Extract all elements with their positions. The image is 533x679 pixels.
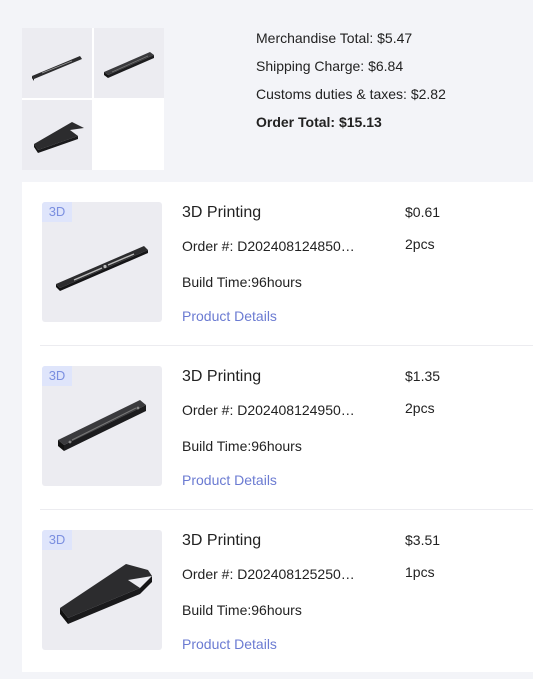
item-quantity: 1pcs [405,564,435,580]
item-price: $1.35 [405,368,441,384]
product-image[interactable]: 3D [42,530,162,650]
item-quantity: 2pcs [405,236,435,252]
merchandise-total: Merchandise Total: $5.47 [256,30,413,46]
item-order-number: Order #: D2024081249500000000 [182,402,358,418]
item-build-time: Build Time:96hours [182,438,302,454]
thumbnail-rail-bar[interactable] [94,28,164,98]
item-build-time: Build Time:96hours [182,602,302,618]
3d-badge: 3D [42,530,72,550]
order-item: 3D 3D Printing Order #: D202408124850000… [22,182,533,346]
thumbnail-slotted-bar[interactable] [22,28,92,98]
thumbnail-empty [94,100,164,170]
item-quantity: 2pcs [405,400,435,416]
item-title: 3D Printing [182,532,262,549]
item-price: $0.61 [405,204,441,220]
item-price: $3.51 [405,532,441,548]
item-build-time: Build Time:96hours [182,274,302,290]
item-order-number: Order #: D2024081248500000000 [182,238,358,254]
order-summary: Merchandise Total: $5.47 Shipping Charge… [0,0,533,180]
item-title: 3D Printing [182,368,262,385]
product-image[interactable]: 3D [42,202,162,322]
v-bracket-part-icon [34,122,84,153]
thumbnail-v-bracket[interactable] [22,100,92,170]
product-details-link[interactable]: Product Details [182,472,277,488]
product-thumbnail-grid [22,28,164,170]
shipping-charge: Shipping Charge: $6.84 [256,58,404,74]
product-details-link[interactable]: Product Details [182,636,277,652]
slotted-bar-part-icon [32,56,82,81]
item-title: 3D Printing [182,204,262,221]
order-total: Order Total: $15.13 [256,114,382,130]
rail-bar-part-icon [104,52,154,78]
3d-badge: 3D [42,366,72,386]
item-order-number: Order #: D2024081252500000000 [182,566,358,582]
order-item: 3D 3D Printing Order #: D202408125250000… [22,510,533,674]
3d-badge: 3D [42,202,72,222]
order-item: 3D 3D Printing Order #: D202408124950000… [22,346,533,510]
product-image[interactable]: 3D [42,366,162,486]
customs-duties-taxes: Customs duties & taxes: $2.82 [256,86,446,102]
order-items-card: 3D 3D Printing Order #: D202408124850000… [22,182,533,672]
order-totals: Merchandise Total: $5.47 Shipping Charge… [256,28,446,140]
product-details-link[interactable]: Product Details [182,308,277,324]
